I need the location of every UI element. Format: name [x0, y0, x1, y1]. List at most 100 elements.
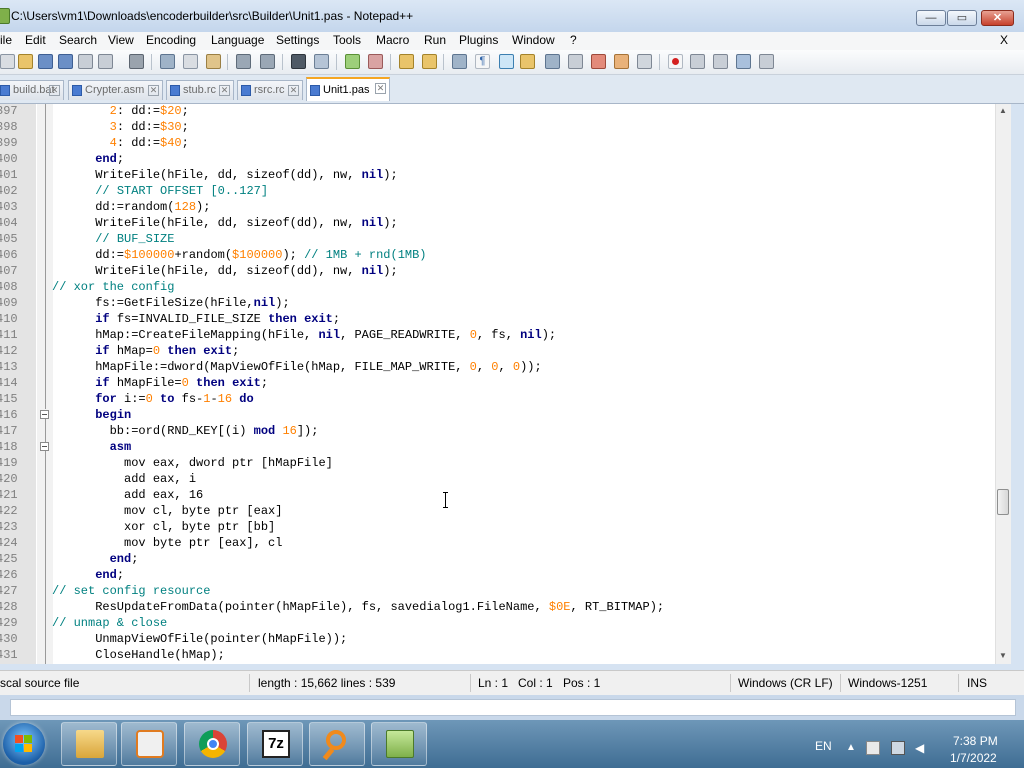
- code-line[interactable]: 402 // START OFFSET [0..127]: [0, 183, 1010, 199]
- vertical-scrollbar[interactable]: ▲ ▼: [995, 104, 1011, 664]
- menu-file[interactable]: ile: [0, 33, 12, 47]
- taskbar-explorer[interactable]: [61, 722, 117, 766]
- save-all-icon[interactable]: [58, 54, 73, 69]
- start-button[interactable]: [3, 723, 45, 765]
- menu-encoding[interactable]: Encoding: [146, 33, 196, 47]
- code-line[interactable]: 412 if hMap=0 then exit;: [0, 343, 1010, 359]
- print-icon[interactable]: [129, 54, 144, 69]
- scroll-up-icon[interactable]: ▲: [999, 106, 1007, 115]
- redo-icon[interactable]: [260, 54, 275, 69]
- paste-icon[interactable]: [206, 54, 221, 69]
- run-macro-multiple-icon[interactable]: [736, 54, 751, 69]
- code-line[interactable]: 425 end;: [0, 551, 1010, 567]
- code-editor[interactable]: 397 2: dd:=$20;398 3: dd:=$30;399 4: dd:…: [0, 104, 1010, 664]
- code-line[interactable]: 411 hMap:=CreateFileMapping(hFile, nil, …: [0, 327, 1010, 343]
- sync-vertical-icon[interactable]: [399, 54, 414, 69]
- clock-date[interactable]: 1/7/2022: [950, 751, 997, 765]
- user-language-icon[interactable]: [520, 54, 535, 69]
- function-list-icon[interactable]: [568, 54, 583, 69]
- indent-guide-icon[interactable]: [499, 54, 514, 69]
- tab-stub-rc[interactable]: stub.rc ✕: [166, 80, 234, 100]
- menu-language[interactable]: Language: [211, 33, 264, 47]
- tab-build-bat[interactable]: build.bat ✕: [0, 80, 64, 100]
- code-line[interactable]: 409 fs:=GetFileSize(hFile,nil);: [0, 295, 1010, 311]
- code-line[interactable]: 399 4: dd:=$40;: [0, 135, 1010, 151]
- zoom-out-icon[interactable]: [368, 54, 383, 69]
- menu-view[interactable]: View: [108, 33, 134, 47]
- word-wrap-icon[interactable]: [452, 54, 467, 69]
- taskbar-chrome[interactable]: [184, 722, 240, 766]
- network-icon[interactable]: [891, 741, 905, 755]
- code-line[interactable]: 424 mov byte ptr [eax], cl: [0, 535, 1010, 551]
- code-line[interactable]: 406 dd:=$100000+random($100000); // 1MB …: [0, 247, 1010, 263]
- code-line[interactable]: 420 add eax, i: [0, 471, 1010, 487]
- code-line[interactable]: 428 ResUpdateFromData(pointer(hMapFile),…: [0, 599, 1010, 615]
- stop-macro-icon[interactable]: [690, 54, 705, 69]
- menu-help[interactable]: ?: [570, 33, 577, 47]
- tab-close-icon[interactable]: ✕: [219, 85, 230, 96]
- code-line[interactable]: 423 xor cl, byte ptr [bb]: [0, 519, 1010, 535]
- play-macro-icon[interactable]: [713, 54, 728, 69]
- scroll-down-icon[interactable]: ▼: [999, 651, 1007, 660]
- code-line[interactable]: 430 UnmapViewOfFile(pointer(hMapFile));: [0, 631, 1010, 647]
- tab-close-icon[interactable]: ✕: [288, 85, 299, 96]
- code-line[interactable]: 429 // unmap & close: [0, 615, 1010, 631]
- menu-edit[interactable]: Edit: [25, 33, 46, 47]
- language-indicator[interactable]: EN: [815, 739, 832, 753]
- tab-unit1-pas[interactable]: Unit1.pas ✕: [306, 77, 390, 101]
- menu-run[interactable]: Run: [424, 33, 446, 47]
- tab-crypter-asm[interactable]: Crypter.asm ✕: [68, 80, 163, 100]
- code-line[interactable]: 421 add eax, 16: [0, 487, 1010, 503]
- code-line[interactable]: 413 hMapFile:=dword(MapViewOfFile(hMap, …: [0, 359, 1010, 375]
- code-line[interactable]: 403 dd:=random(128);: [0, 199, 1010, 215]
- project-icon[interactable]: [614, 54, 629, 69]
- menu-settings[interactable]: Settings: [276, 33, 319, 47]
- monitoring-icon[interactable]: [637, 54, 652, 69]
- scrollbar-thumb[interactable]: [997, 489, 1009, 515]
- code-line[interactable]: 397 2: dd:=$20;: [0, 104, 1010, 119]
- tab-close-icon[interactable]: ✕: [148, 85, 159, 96]
- code-line[interactable]: 404 WriteFile(hFile, dd, sizeof(dd), nw,…: [0, 215, 1010, 231]
- taskbar-media-player[interactable]: [121, 722, 177, 766]
- code-line[interactable]: 398 3: dd:=$30;: [0, 119, 1010, 135]
- menu-tools[interactable]: Tools: [333, 33, 361, 47]
- close-file-icon[interactable]: [78, 54, 93, 69]
- tab-close-icon[interactable]: ✕: [375, 83, 386, 94]
- minimize-button[interactable]: —: [916, 10, 946, 26]
- open-file-icon[interactable]: [18, 54, 33, 69]
- menu-search[interactable]: Search: [59, 33, 97, 47]
- code-line[interactable]: 426 end;: [0, 567, 1010, 583]
- zoom-in-icon[interactable]: [345, 54, 360, 69]
- save-macro-icon[interactable]: [759, 54, 774, 69]
- copy-icon[interactable]: [183, 54, 198, 69]
- code-line[interactable]: 418 asm: [0, 439, 1010, 455]
- code-line[interactable]: 401 WriteFile(hFile, dd, sizeof(dd), nw,…: [0, 167, 1010, 183]
- clock-time[interactable]: 7:38 PM: [953, 734, 998, 748]
- code-line[interactable]: 410 if fs=INVALID_FILE_SIZE then exit;: [0, 311, 1010, 327]
- code-line[interactable]: 408 // xor the config: [0, 279, 1010, 295]
- save-icon[interactable]: [38, 54, 53, 69]
- action-center-icon[interactable]: [866, 741, 880, 755]
- tab-rsrc-rc[interactable]: rsrc.rc ✕: [237, 80, 303, 100]
- new-file-icon[interactable]: [0, 54, 15, 69]
- undo-icon[interactable]: [236, 54, 251, 69]
- title-bar[interactable]: C:\Users\vm1\Downloads\encoderbuilder\sr…: [0, 0, 1024, 32]
- close-document-button[interactable]: X: [1000, 33, 1008, 47]
- show-hidden-icons-icon[interactable]: ▲: [846, 741, 860, 755]
- volume-icon[interactable]: ◀: [915, 741, 929, 755]
- code-line[interactable]: 422 mov cl, byte ptr [eax]: [0, 503, 1010, 519]
- document-map-icon[interactable]: [545, 54, 560, 69]
- folder-as-workspace-icon[interactable]: [591, 54, 606, 69]
- cut-icon[interactable]: [160, 54, 175, 69]
- taskbar-7zip[interactable]: 7z: [247, 722, 303, 766]
- sync-horizontal-icon[interactable]: [422, 54, 437, 69]
- close-all-icon[interactable]: [98, 54, 113, 69]
- menu-macro[interactable]: Macro: [376, 33, 409, 47]
- find-icon[interactable]: [291, 54, 306, 69]
- code-line[interactable]: 427 // set config resource: [0, 583, 1010, 599]
- show-all-chars-icon[interactable]: ¶: [475, 54, 490, 69]
- code-line[interactable]: 405 // BUF_SIZE: [0, 231, 1010, 247]
- maximize-button[interactable]: ▭: [947, 10, 977, 26]
- tab-close-icon[interactable]: ✕: [49, 85, 60, 96]
- close-button[interactable]: ✕: [981, 10, 1014, 26]
